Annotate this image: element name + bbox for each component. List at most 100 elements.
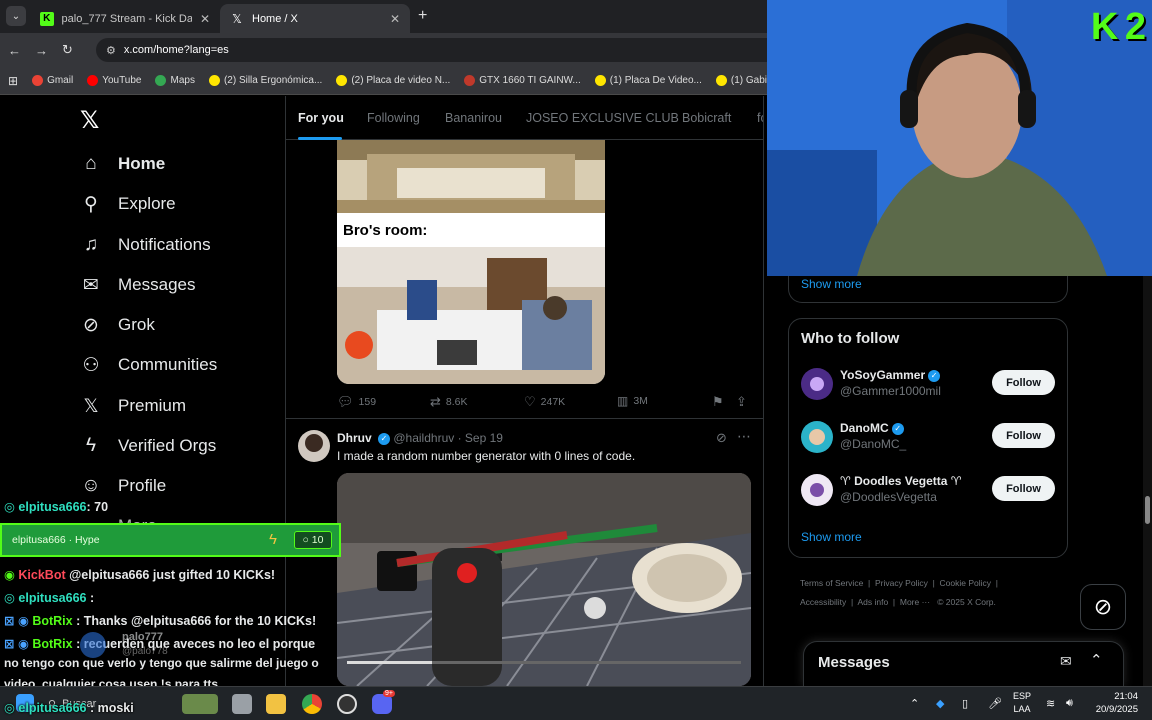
nav-explore[interactable]: ⚲ Explore — [80, 193, 176, 215]
mercadolibre-icon — [336, 75, 348, 86]
share-button[interactable]: ⇪ — [736, 394, 747, 410]
home-icon: ⌂ — [85, 153, 97, 174]
usb-icon[interactable]: ▯ — [962, 697, 968, 710]
reload-icon[interactable]: ↻ — [62, 42, 73, 58]
bookmark-maps[interactable]: Maps — [155, 75, 195, 86]
site-info-icon[interactable]: ⚙ — [106, 44, 116, 57]
chat-user: KickBot — [18, 568, 66, 582]
show-hidden-icons[interactable]: ⌃ — [910, 697, 919, 710]
close-icon[interactable]: ✕ — [200, 12, 210, 26]
author-handle[interactable]: @haildhruv — [393, 431, 454, 445]
messages-drawer[interactable]: Messages ✉ ⌃ — [803, 641, 1124, 686]
follow-suggestion[interactable]: DanoMC ✓ @DanoMC_ Follow — [801, 417, 1056, 457]
bookmark-youtube[interactable]: YouTube — [87, 75, 141, 86]
bookmark-silla[interactable]: (2) Silla Ergonómica... — [208, 75, 323, 86]
footer-link[interactable]: More ··· — [900, 597, 930, 607]
back-icon[interactable]: ← — [8, 43, 21, 58]
views-button[interactable]: ▥ 3M — [617, 394, 648, 408]
avatar[interactable] — [801, 474, 833, 506]
nav-notifications[interactable]: ♫ Notifications — [80, 234, 211, 256]
nav-grok[interactable]: ⊘ Grok — [80, 314, 155, 336]
tab-more-lists[interactable]: fo — [757, 111, 763, 125]
grok-post-icon[interactable]: ⊘ — [716, 430, 727, 446]
chrome-icon[interactable] — [302, 694, 322, 714]
footer-link[interactable]: Ads info — [857, 597, 888, 607]
widgets-icon[interactable] — [182, 694, 218, 714]
volume-icon[interactable]: 🔊︎ — [1066, 697, 1073, 710]
microphone-icon[interactable]: 🎤︎ — [988, 697, 1002, 710]
suggestion-handle: @DanoMC_ — [840, 437, 907, 451]
apps-icon[interactable]: ⊞ — [8, 74, 18, 88]
language-code: ESP — [1013, 691, 1032, 701]
post-date[interactable]: · Sep 19 — [458, 431, 503, 445]
footer-link[interactable]: Terms of Service — [800, 578, 863, 588]
footer-link[interactable]: Cookie Policy — [940, 578, 992, 588]
post-video[interactable] — [337, 473, 751, 686]
follow-suggestion[interactable]: ♈ Doodles Vegetta ♈ @DoodlesVegetta Foll… — [801, 470, 1056, 510]
x-logo[interactable]: 𝕏 — [80, 106, 99, 135]
bookmark-gmail[interactable]: Gmail — [32, 75, 73, 86]
address-bar[interactable]: ⚙ x.com/home?lang=es — [96, 38, 770, 62]
tab-bobicraft[interactable]: Bobicraft — [682, 111, 731, 125]
grok-floating-button[interactable]: ⊘ — [1080, 584, 1126, 630]
bookmark-placa-video[interactable]: (1) Placa De Video... — [594, 75, 702, 86]
chat-message: ⊠ ◉ BotRix : Thanks @elpitusa666 for the… — [4, 613, 316, 628]
like-button[interactable]: ♡ 247K — [524, 394, 565, 410]
tab-search-button[interactable]: ⌄ — [6, 6, 26, 26]
task-view-icon[interactable] — [232, 694, 252, 714]
gmail-icon — [32, 75, 44, 86]
active-tab-indicator — [298, 137, 342, 140]
discord-icon[interactable] — [372, 694, 392, 714]
footer-link[interactable]: Privacy Policy — [875, 578, 928, 588]
tab-joseo-club[interactable]: JOSEO EXCLUSIVE CLUB — [526, 111, 679, 125]
language-indicator[interactable]: ESP LAA — [1013, 690, 1031, 716]
file-explorer-icon[interactable] — [266, 694, 286, 714]
author-name[interactable]: Dhruv — [337, 431, 372, 445]
tray-app-icon[interactable]: ◆ — [936, 697, 944, 710]
nav-premium[interactable]: 𝕏 Premium — [80, 395, 186, 417]
lightning-icon: ϟ — [269, 531, 277, 548]
bookmark-placa[interactable]: (2) Placa de video N... — [336, 75, 450, 86]
reply-button[interactable]: 💬︎ 159 — [337, 394, 376, 410]
post-image[interactable]: Bro's room: — [337, 140, 605, 384]
tab-kick-dashboard[interactable]: K palo_777 Stream - Kick Dashbo ✕ — [30, 4, 220, 33]
nav-home[interactable]: ⌂ Home — [80, 153, 165, 175]
nav-verified-orgs[interactable]: ϟ Verified Orgs — [80, 435, 216, 457]
bookmark-gabi[interactable]: (1) Gabi — [715, 75, 767, 86]
bookmark-gtx[interactable]: GTX 1660 TI GAINW... — [464, 75, 581, 86]
show-more-link[interactable]: Show more — [801, 530, 862, 544]
bookmark-label: (2) Silla Ergonómica... — [223, 75, 323, 86]
clock[interactable]: 21:04 20/9/2025 — [1090, 690, 1138, 716]
follow-suggestion[interactable]: YoSoyGammer ✓ @Gammer1000mil Follow — [801, 364, 1056, 404]
bookmark-button[interactable]: ⚑ — [712, 394, 724, 410]
repost-button[interactable]: ⇄ 8.6K — [430, 394, 468, 410]
new-message-icon[interactable]: ✉ — [1060, 653, 1072, 670]
follow-button[interactable]: Follow — [992, 476, 1055, 501]
follow-button[interactable]: Follow — [992, 423, 1055, 448]
account-switcher-overlay[interactable]: palo777 @palo778 — [80, 630, 230, 660]
footer-link[interactable]: Accessibility — [800, 597, 846, 607]
mercadolibre-icon — [594, 75, 606, 86]
tab-following[interactable]: Following — [367, 111, 420, 125]
close-icon[interactable]: ✕ — [390, 12, 400, 26]
tab-home-x[interactable]: 𝕏 Home / X ✕ — [220, 4, 410, 33]
suggestion-name: YoSoyGammer ✓ — [840, 368, 941, 382]
tab-bananirou[interactable]: Bananirou — [445, 111, 502, 125]
suggestion-handle: @Gammer1000mil — [840, 384, 941, 398]
nav-profile[interactable]: ☺ Profile — [80, 475, 166, 497]
avatar[interactable] — [801, 421, 833, 453]
show-more-link[interactable]: Show more — [801, 277, 862, 291]
follow-button[interactable]: Follow — [992, 370, 1055, 395]
post-more-icon[interactable]: ⋯ — [737, 428, 751, 445]
new-tab-button[interactable]: + — [418, 7, 427, 25]
collapse-icon[interactable]: ⌃ — [1090, 651, 1103, 669]
nav-messages[interactable]: ✉ Messages — [80, 274, 195, 296]
avatar[interactable] — [801, 368, 833, 400]
avatar[interactable] — [298, 430, 330, 462]
nav-label: Explore — [118, 194, 176, 213]
nav-communities[interactable]: ⚇ Communities — [80, 354, 217, 376]
obs-icon[interactable] — [337, 694, 357, 714]
forward-icon[interactable]: → — [35, 43, 48, 58]
wifi-icon[interactable]: ≋ — [1046, 697, 1055, 710]
tab-for-you[interactable]: For you — [298, 111, 344, 125]
